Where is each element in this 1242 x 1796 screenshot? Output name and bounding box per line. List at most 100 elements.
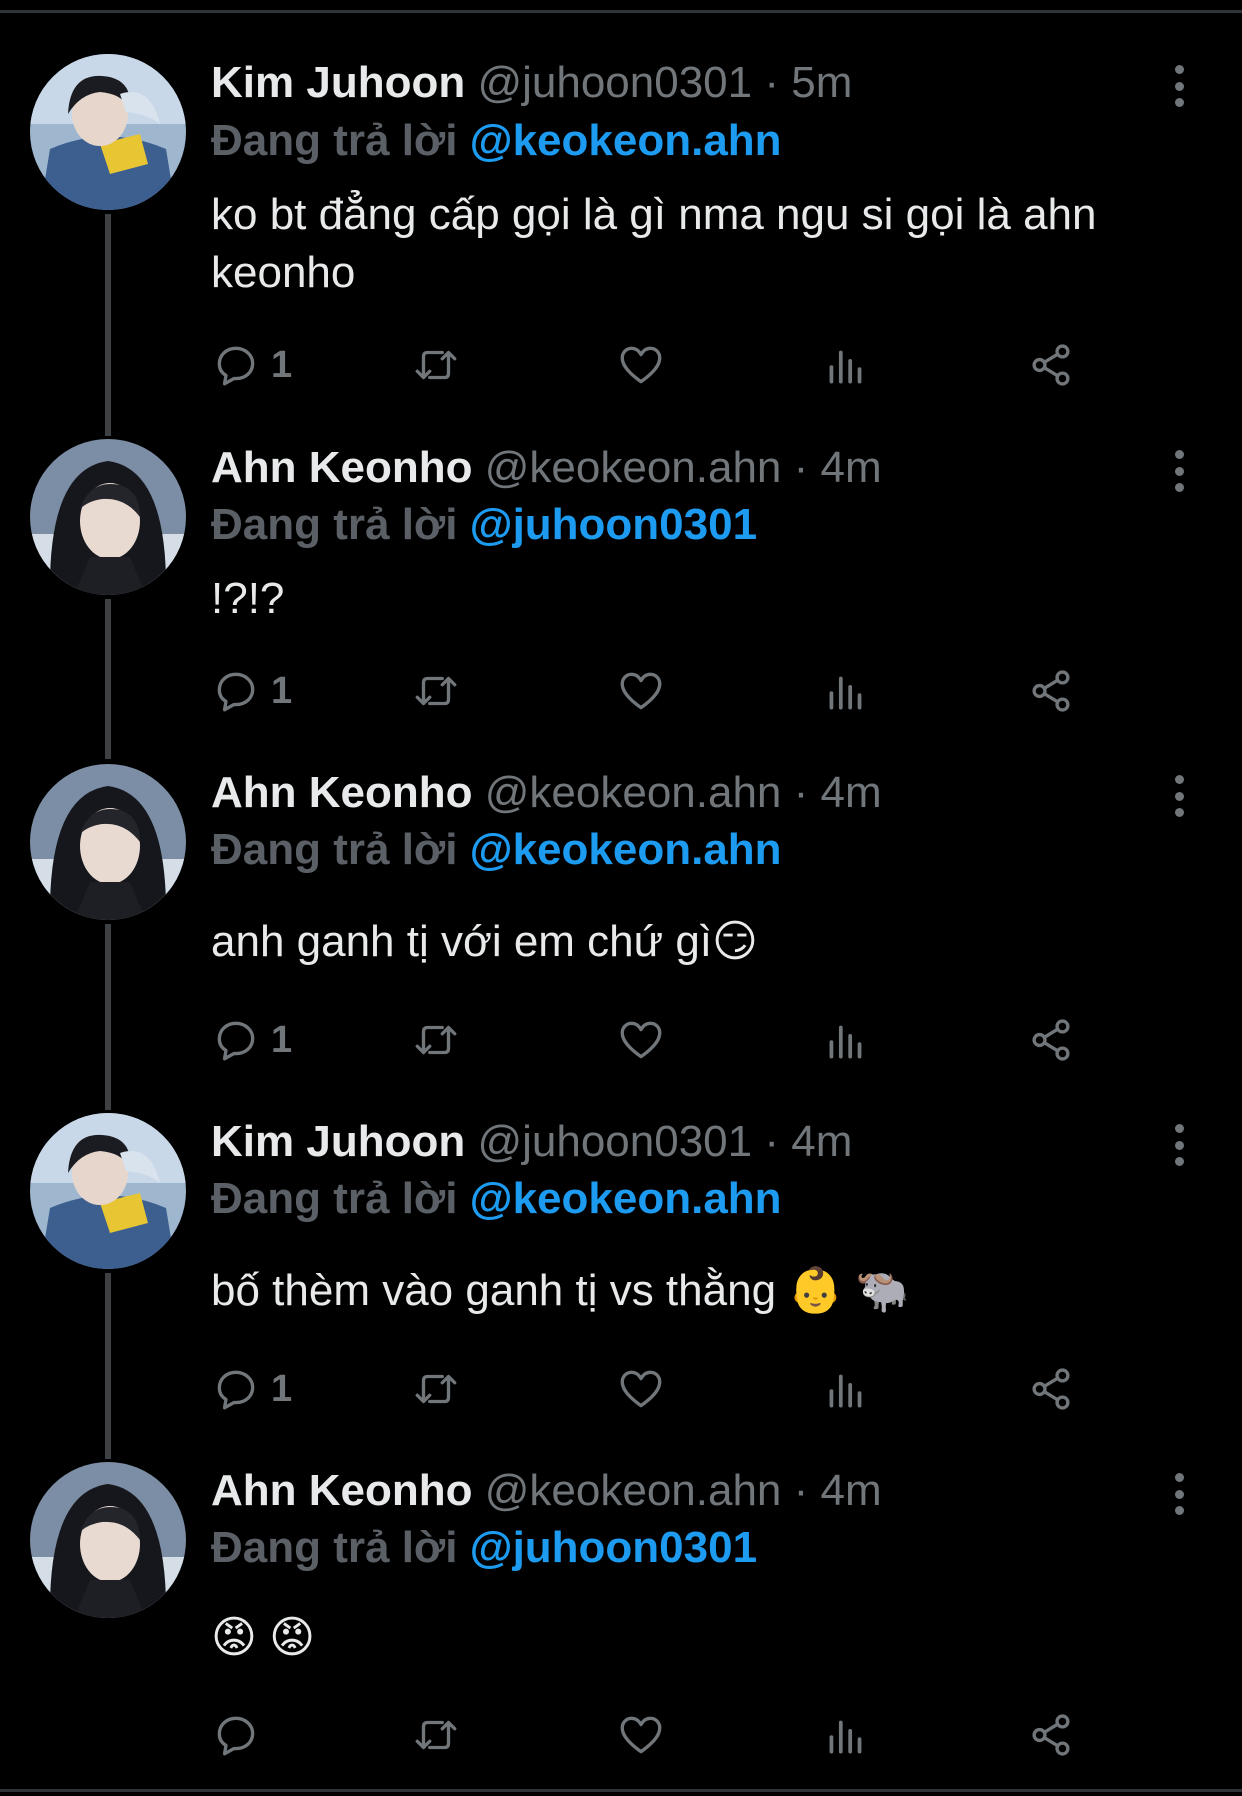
avatar[interactable] xyxy=(30,1113,186,1269)
heart-icon xyxy=(620,672,662,710)
reply-icon xyxy=(217,672,255,712)
reply-button[interactable]: 1 xyxy=(211,335,292,395)
retweet-button[interactable] xyxy=(411,335,461,395)
display-name[interactable]: Ahn Keonho xyxy=(211,443,473,492)
share-button[interactable] xyxy=(1026,1359,1076,1419)
mention-link[interactable]: @juhoon0301 xyxy=(470,500,757,549)
tweet-header: Kim Juhoon @juhoon0301 · 4m xyxy=(211,1114,852,1170)
username-handle[interactable]: @keokeon.ahn xyxy=(485,768,782,817)
like-button[interactable] xyxy=(616,661,666,721)
timestamp[interactable]: · 4m xyxy=(794,443,882,492)
like-button[interactable] xyxy=(616,1705,666,1765)
share-button[interactable] xyxy=(1026,1010,1076,1070)
display-name[interactable]: Kim Juhoon xyxy=(211,58,465,107)
reply-icon xyxy=(217,346,255,386)
username-handle[interactable]: @keokeon.ahn xyxy=(485,443,782,492)
action-bar: 1 xyxy=(211,1359,1111,1419)
reply-icon xyxy=(217,1370,255,1410)
share-icon xyxy=(1032,670,1070,712)
replying-to: Đang trả lời @juhoon0301 xyxy=(211,497,757,553)
like-button[interactable] xyxy=(616,1010,666,1070)
avatar[interactable] xyxy=(30,1462,186,1618)
views-button[interactable] xyxy=(821,1359,871,1419)
tweet-header: Ahn Keonho @keokeon.ahn · 4m xyxy=(211,765,882,821)
replying-to: Đang trả lời @keokeon.ahn xyxy=(211,822,782,878)
retweet-button[interactable] xyxy=(411,1010,461,1070)
reply-button[interactable]: 1 xyxy=(211,661,292,721)
reply-button[interactable]: 1 xyxy=(211,1359,292,1419)
thread-connector xyxy=(105,1273,111,1459)
mention-link[interactable]: @juhoon0301 xyxy=(470,1523,757,1572)
replying-label: Đang trả lời xyxy=(211,500,458,549)
thread-connector xyxy=(105,924,111,1110)
timestamp[interactable]: · 4m xyxy=(794,768,882,817)
retweet-icon xyxy=(415,1025,457,1055)
tweet-text: 😡 😡 xyxy=(211,1613,315,1662)
views-button[interactable] xyxy=(821,1705,871,1765)
more-options-button[interactable] xyxy=(1162,61,1196,111)
replying-label: Đang trả lời xyxy=(211,1174,458,1223)
views-button[interactable] xyxy=(821,661,871,721)
retweet-button[interactable] xyxy=(411,1359,461,1419)
share-icon xyxy=(1032,1714,1070,1756)
share-icon xyxy=(1032,1368,1070,1410)
more-icon xyxy=(1174,775,1184,784)
retweet-button[interactable] xyxy=(411,661,461,721)
replying-label: Đang trả lời xyxy=(211,825,458,874)
timestamp[interactable]: · 5m xyxy=(764,58,852,107)
more-icon xyxy=(1174,450,1184,459)
replying-label: Đang trả lời xyxy=(211,1523,458,1572)
more-options-button[interactable] xyxy=(1162,1469,1196,1519)
avatar[interactable] xyxy=(30,764,186,920)
display-name[interactable]: Ahn Keonho xyxy=(211,1466,473,1515)
retweet-icon xyxy=(415,1720,457,1750)
like-button[interactable] xyxy=(616,335,666,395)
retweet-icon xyxy=(415,1374,457,1404)
tweet-header: Kim Juhoon @juhoon0301 · 5m xyxy=(211,55,852,111)
tweet-text: bố thèm vào ganh tị vs thằng 👶 🐃 xyxy=(211,1266,911,1315)
replying-to: Đang trả lời @juhoon0301 xyxy=(211,1520,757,1576)
more-options-button[interactable] xyxy=(1162,771,1196,821)
avatar[interactable] xyxy=(30,54,186,210)
tweet-header: Ahn Keonho @keokeon.ahn · 4m xyxy=(211,1463,882,1519)
mention-link[interactable]: @keokeon.ahn xyxy=(470,1174,782,1223)
reply-button[interactable] xyxy=(211,1705,271,1765)
avatar[interactable] xyxy=(30,439,186,595)
action-bar xyxy=(211,1705,1111,1765)
thread-connector xyxy=(105,214,111,436)
more-options-button[interactable] xyxy=(1162,1120,1196,1170)
like-button[interactable] xyxy=(616,1359,666,1419)
views-button[interactable] xyxy=(821,1010,871,1070)
username-handle[interactable]: @keokeon.ahn xyxy=(485,1466,782,1515)
username-handle[interactable]: @juhoon0301 xyxy=(477,58,752,107)
display-name[interactable]: Ahn Keonho xyxy=(211,768,473,817)
tweet-text: !?!? xyxy=(211,574,285,623)
views-icon xyxy=(829,676,862,710)
views-button[interactable] xyxy=(821,335,871,395)
reply-count: 1 xyxy=(271,669,293,712)
username-handle[interactable]: @juhoon0301 xyxy=(477,1117,752,1166)
more-icon xyxy=(1174,1124,1184,1133)
reply-icon xyxy=(217,1021,255,1061)
replying-to: Đang trả lời @keokeon.ahn xyxy=(211,113,782,169)
retweet-icon xyxy=(415,350,457,380)
action-bar: 1 xyxy=(211,661,1111,721)
reply-count: 1 xyxy=(271,1018,293,1061)
views-icon xyxy=(829,1720,862,1754)
share-button[interactable] xyxy=(1026,1705,1076,1765)
share-button[interactable] xyxy=(1026,661,1076,721)
timestamp[interactable]: · 4m xyxy=(794,1466,882,1515)
more-options-button[interactable] xyxy=(1162,446,1196,496)
views-icon xyxy=(829,1025,862,1059)
mention-link[interactable]: @keokeon.ahn xyxy=(470,825,782,874)
reply-button[interactable]: 1 xyxy=(211,1010,292,1070)
bottom-divider xyxy=(0,1789,1242,1792)
timestamp[interactable]: · 4m xyxy=(764,1117,852,1166)
heart-icon xyxy=(620,1021,662,1059)
retweet-button[interactable] xyxy=(411,1705,461,1765)
share-button[interactable] xyxy=(1026,335,1076,395)
action-bar: 1 xyxy=(211,335,1111,395)
reply-icon xyxy=(217,1716,255,1756)
mention-link[interactable]: @keokeon.ahn xyxy=(470,116,782,165)
display-name[interactable]: Kim Juhoon xyxy=(211,1117,465,1166)
